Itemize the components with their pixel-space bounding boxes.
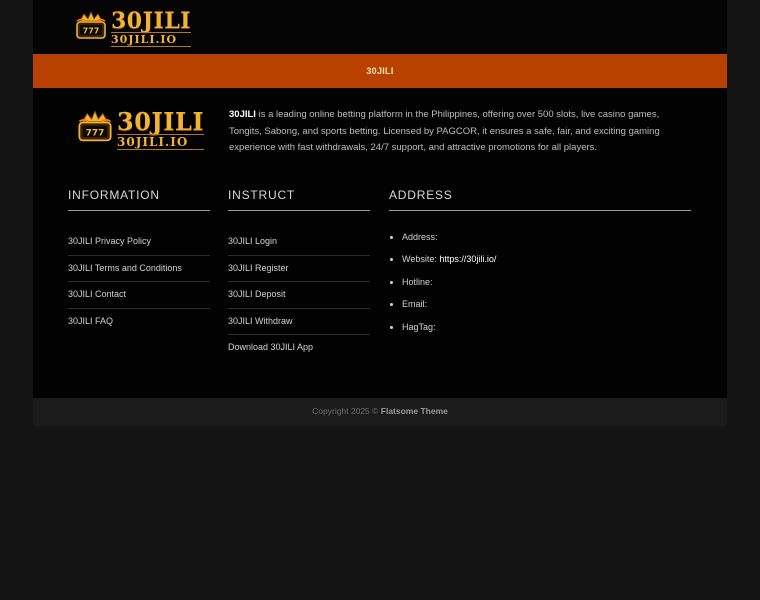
logo-main-text: 30JILI bbox=[111, 8, 192, 34]
address-label: Address: bbox=[402, 232, 438, 242]
logo-sub-text: 30JILI.IO bbox=[111, 32, 192, 47]
link-withdraw[interactable]: 30JILI Withdraw bbox=[228, 309, 370, 335]
information-title: INFORMATION bbox=[68, 188, 210, 211]
address-item: Address: bbox=[402, 227, 691, 249]
about-description: is a leading online betting platform in … bbox=[229, 109, 660, 153]
logo-main-text: 30JILI bbox=[117, 106, 205, 136]
about-brand: 30JILI bbox=[229, 109, 256, 120]
logo-wordmark: 30JILI 30JILI.IO bbox=[117, 106, 205, 150]
information-column: INFORMATION 30JILI Privacy Policy 30JILI… bbox=[68, 188, 210, 334]
website-label: Website: bbox=[402, 254, 440, 265]
link-faq[interactable]: 30JILI FAQ bbox=[68, 309, 210, 335]
hashtag-label: HagTag: bbox=[402, 321, 436, 332]
link-register[interactable]: 30JILI Register bbox=[228, 256, 370, 282]
theme-link[interactable]: Flatsome Theme bbox=[381, 406, 448, 416]
address-title: ADDRESS bbox=[389, 188, 691, 211]
about-text: 30JILI is a leading online betting platf… bbox=[229, 107, 689, 157]
instruct-links: 30JILI Login 30JILI Register 30JILI Depo… bbox=[228, 229, 370, 361]
footer-logo[interactable]: 777 30JILI 30JILI.IO bbox=[76, 106, 205, 151]
footer-main: 777 30JILI 30JILI.IO 30JILI is a leading… bbox=[33, 88, 727, 398]
information-links: 30JILI Privacy Policy 30JILI Terms and C… bbox=[68, 229, 210, 334]
slot-machine-crown-icon: 777 bbox=[76, 108, 114, 151]
link-privacy-policy[interactable]: 30JILI Privacy Policy bbox=[68, 229, 210, 256]
copyright-bar: Copyright 2025 © Flatsome Theme bbox=[33, 398, 727, 426]
page-wrapper: 777 30JILI 30JILI.IO 30JILI 777 30JILI 3… bbox=[33, 0, 727, 426]
instruct-column: INSTRUCT 30JILI Login 30JILI Register 30… bbox=[228, 188, 370, 361]
website-link[interactable]: https://30jili.io/ bbox=[439, 254, 496, 264]
instruct-title: INSTRUCT bbox=[228, 188, 370, 211]
email-label: Email: bbox=[402, 299, 428, 310]
logo-wordmark: 30JILI 30JILI.IO bbox=[111, 8, 192, 47]
address-column: ADDRESS Address: Website: https://30jili… bbox=[389, 188, 691, 339]
hotline-label: Hotline: bbox=[402, 276, 433, 287]
website-item: Website: https://30jili.io/ bbox=[402, 249, 691, 271]
hotline-item: Hotline: bbox=[402, 272, 691, 294]
hashtag-item: HagTag: bbox=[402, 317, 691, 339]
main-nav: 30JILI bbox=[33, 54, 727, 88]
svg-text:777: 777 bbox=[83, 27, 100, 36]
svg-text:777: 777 bbox=[86, 128, 105, 138]
slot-machine-crown-icon: 777 bbox=[74, 9, 108, 48]
header-logo[interactable]: 777 30JILI 30JILI.IO bbox=[74, 8, 192, 48]
link-deposit[interactable]: 30JILI Deposit bbox=[228, 282, 370, 309]
link-login[interactable]: 30JILI Login bbox=[228, 229, 370, 256]
email-item: Email: bbox=[402, 294, 691, 316]
link-download-app[interactable]: Download 30JILI App bbox=[228, 335, 370, 361]
logo-sub-text: 30JILI.IO bbox=[117, 133, 205, 150]
link-terms-conditions[interactable]: 30JILI Terms and Conditions bbox=[68, 256, 210, 282]
address-list: Address: Website: https://30jili.io/ Hot… bbox=[389, 227, 691, 339]
nav-item-home[interactable]: 30JILI bbox=[366, 66, 393, 76]
site-header: 777 30JILI 30JILI.IO bbox=[33, 0, 727, 54]
copyright-text: Copyright 2025 © bbox=[312, 406, 381, 416]
link-contact[interactable]: 30JILI Contact bbox=[68, 282, 210, 309]
